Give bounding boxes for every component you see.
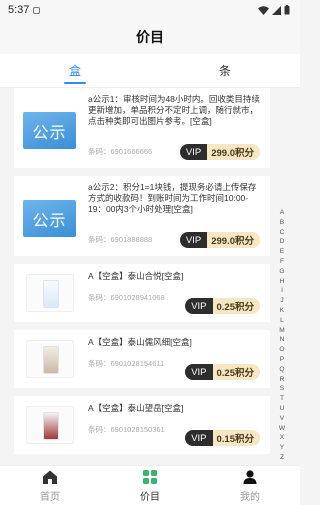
alphabet-index-letter[interactable]: D <box>280 237 285 247</box>
list-item[interactable]: 公示 a公示2：积分1=1块钱，提现务必请上传保存方式的收款码！到账时间为工作时… <box>14 176 270 264</box>
alphabet-index-letter[interactable]: L <box>280 316 284 326</box>
alphabet-index-letter[interactable]: A <box>280 208 284 218</box>
page-header: 价目 <box>0 20 300 54</box>
tab-box-label: 盒 <box>68 64 81 78</box>
product-image[interactable] <box>26 340 74 378</box>
price-tag: VIP 0.25积分 <box>185 364 260 380</box>
list-item[interactable]: 公示 a公示1：审核时间为48小时内。回收类目持续更新增加，单品积分不定时上调，… <box>14 88 270 176</box>
alphabet-index-letter[interactable]: U <box>280 404 285 414</box>
vip-label: VIP <box>185 298 213 314</box>
points-value: 0.25积分 <box>212 364 260 380</box>
item-title: A【空盒】泰山望岳[空盒] <box>88 403 184 413</box>
item-barcode: 条码：6901888888 <box>88 235 153 244</box>
alphabet-index-letter[interactable]: K <box>280 306 284 316</box>
price-tag: VIP 299.0积分 <box>179 144 260 160</box>
wifi-icon <box>258 5 269 15</box>
alphabet-index-letter[interactable]: S <box>280 384 284 394</box>
page-title: 价目 <box>136 29 164 45</box>
alphabet-index-letter[interactable]: T <box>280 394 284 404</box>
alphabet-index-letter[interactable]: E <box>280 247 284 257</box>
price-tag: VIP 299.0积分 <box>179 232 260 248</box>
status-bar: 5:37 <box>0 0 300 20</box>
list-item[interactable]: A【空盒】泰山合悦[空盒] 条码：6901028941068 VIP 0.25积… <box>14 264 270 330</box>
list-item[interactable]: A【空盒】泰山儒风细[空盒] 条码：6901028154611 VIP 0.25… <box>14 330 270 396</box>
alphabet-index-letter[interactable]: P <box>280 355 284 365</box>
nav-home[interactable]: 首页 <box>0 466 100 505</box>
tab-box[interactable]: 盒 <box>0 54 150 87</box>
tab-carton[interactable]: 条 <box>150 54 300 87</box>
item-title: A【空盒】泰山合悦[空盒] <box>88 271 184 281</box>
person-icon <box>241 468 259 486</box>
alphabet-index-letter[interactable]: Z <box>280 453 284 463</box>
nav-home-label: 首页 <box>40 492 60 503</box>
category-tabs: 盒 条 <box>0 54 300 88</box>
item-barcode: 条码：6901028154611 <box>88 359 165 368</box>
nav-mine-label: 我的 <box>240 492 260 503</box>
item-barcode: 条码：6901028941068 <box>88 293 165 302</box>
alphabet-index[interactable]: ABCDEFGHIJKLMNOPQRSTUVWXYZ <box>276 208 288 463</box>
tab-carton-label: 条 <box>218 64 231 78</box>
cigarette-pack-icon <box>43 280 59 308</box>
signal-icon <box>272 5 281 15</box>
notice-image[interactable]: 公示 <box>23 112 76 149</box>
item-title: a公示2：积分1=1块钱，提现务必请上传保存方式的收款码！到账时间为工作时间10… <box>88 182 257 214</box>
notice-image-text: 公示 <box>32 210 67 230</box>
nav-mine[interactable]: 我的 <box>200 466 300 505</box>
item-barcode: 条码：6901028150361 <box>88 425 165 434</box>
points-value: 0.25积分 <box>212 298 260 314</box>
cigarette-pack-icon <box>43 346 59 374</box>
product-image[interactable] <box>26 274 74 312</box>
price-tag: VIP 0.25积分 <box>185 298 260 314</box>
alphabet-index-letter[interactable]: Y <box>280 443 284 453</box>
status-time: 5:37 <box>8 4 30 16</box>
item-barcode: 条码：6901666666 <box>88 147 153 156</box>
notice-image-text: 公示 <box>32 122 67 142</box>
alphabet-index-letter[interactable]: M <box>279 326 285 336</box>
alphabet-index-letter[interactable]: F <box>280 257 284 267</box>
vip-label: VIP <box>185 364 213 380</box>
price-tag: VIP 0.15积分 <box>185 430 260 446</box>
product-image[interactable] <box>26 406 74 444</box>
notice-image[interactable]: 公示 <box>23 200 76 237</box>
alphabet-index-letter[interactable]: C <box>280 228 285 238</box>
alphabet-index-letter[interactable]: V <box>280 414 284 424</box>
alphabet-index-letter[interactable]: J <box>280 296 283 306</box>
alphabet-index-letter[interactable]: Q <box>279 365 284 375</box>
alphabet-index-letter[interactable]: B <box>280 218 284 228</box>
alphabet-index-letter[interactable]: H <box>280 277 285 287</box>
list-item[interactable]: A【空盒】泰山望岳[空盒] 条码：6901028150361 VIP 0.15积… <box>14 396 270 462</box>
points-value: 0.15积分 <box>212 430 260 446</box>
grid-icon <box>141 468 159 486</box>
notification-icon <box>33 6 41 14</box>
nav-price[interactable]: 价目 <box>100 466 200 505</box>
vip-label: VIP <box>185 430 213 446</box>
alphabet-index-letter[interactable]: R <box>280 375 285 385</box>
alphabet-index-letter[interactable]: N <box>280 335 285 345</box>
vip-label: VIP <box>179 232 208 248</box>
item-title: a公示1：审核时间为48小时内。回收类目持续更新增加，单品积分不定时上调，随行就… <box>88 94 260 126</box>
item-title: A【空盒】泰山儒风细[空盒] <box>88 337 192 347</box>
alphabet-index-letter[interactable]: X <box>280 433 284 443</box>
alphabet-index-letter[interactable]: I <box>281 286 283 296</box>
vip-label: VIP <box>179 144 208 160</box>
battery-icon <box>284 5 290 15</box>
nav-price-label: 价目 <box>140 492 160 503</box>
points-value: 299.0积分 <box>207 144 260 160</box>
points-value: 299.0积分 <box>207 232 260 248</box>
alphabet-index-letter[interactable]: W <box>279 424 285 434</box>
bottom-nav: 首页 价目 我的 <box>0 465 300 505</box>
alphabet-index-letter[interactable]: G <box>279 267 284 277</box>
home-icon <box>41 468 59 486</box>
price-list[interactable]: 公示 a公示1：审核时间为48小时内。回收类目持续更新增加，单品积分不定时上调，… <box>14 88 270 465</box>
cigarette-pack-icon <box>43 412 59 440</box>
alphabet-index-letter[interactable]: O <box>279 345 284 355</box>
